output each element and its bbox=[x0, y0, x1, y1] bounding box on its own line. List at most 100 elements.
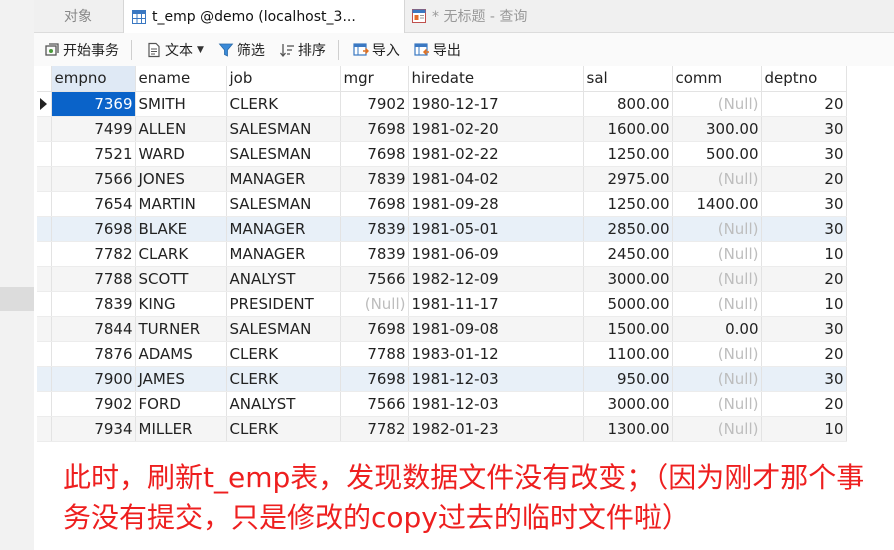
table-row[interactable]: 7844 TURNER SALESMAN 7698 1981-09-08 1500.00 0… bbox=[37, 316, 847, 342]
cell-ename[interactable]: BLAKE bbox=[135, 216, 227, 242]
cell-sal[interactable]: 3000.00 bbox=[583, 391, 673, 417]
cell-job[interactable]: SALESMAN bbox=[226, 116, 341, 142]
row-indicator[interactable] bbox=[37, 141, 52, 167]
cell-sal[interactable]: 2850.00 bbox=[583, 216, 673, 242]
cell-mgr[interactable]: 7788 bbox=[340, 341, 409, 367]
cell-ename[interactable]: TURNER bbox=[135, 316, 227, 342]
column-header-job[interactable]: job bbox=[226, 66, 341, 92]
cell-job[interactable]: CLERK bbox=[226, 341, 341, 367]
column-header-deptno[interactable]: deptno bbox=[761, 66, 847, 92]
table-row[interactable]: 7934 MILLER CLERK 7782 1982-01-23 1300.00 (Nul… bbox=[37, 416, 847, 442]
cell-comm[interactable]: 0.00 bbox=[672, 316, 762, 342]
row-indicator[interactable] bbox=[37, 391, 52, 417]
cell-sal[interactable]: 1300.00 bbox=[583, 416, 673, 442]
cell-ename[interactable]: ALLEN bbox=[135, 116, 227, 142]
cell-hiredate[interactable]: 1981-09-08 bbox=[408, 316, 584, 342]
cell-mgr[interactable]: 7839 bbox=[340, 216, 409, 242]
cell-hiredate[interactable]: 1983-01-12 bbox=[408, 341, 584, 367]
cell-hiredate[interactable]: 1981-05-01 bbox=[408, 216, 584, 242]
cell-comm[interactable]: 1400.00 bbox=[672, 191, 762, 217]
cell-sal[interactable]: 1100.00 bbox=[583, 341, 673, 367]
cell-job[interactable]: CLERK bbox=[226, 366, 341, 392]
cell-empno[interactable]: 7788 bbox=[51, 266, 136, 292]
cell-hiredate[interactable]: 1981-06-09 bbox=[408, 241, 584, 267]
cell-deptno[interactable]: 20 bbox=[761, 166, 847, 192]
cell-deptno[interactable]: 20 bbox=[761, 341, 847, 367]
cell-mgr[interactable]: 7698 bbox=[340, 116, 409, 142]
table-row[interactable]: 7369 SMITH CLERK 7902 1980-12-17 800.00 (Null)… bbox=[37, 91, 847, 117]
cell-comm[interactable]: (Null) bbox=[672, 366, 762, 392]
cell-sal[interactable]: 2450.00 bbox=[583, 241, 673, 267]
cell-job[interactable]: ANALYST bbox=[226, 266, 341, 292]
cell-deptno[interactable]: 20 bbox=[761, 391, 847, 417]
cell-empno[interactable]: 7782 bbox=[51, 241, 136, 267]
cell-ename[interactable]: KING bbox=[135, 291, 227, 317]
cell-job[interactable]: SALESMAN bbox=[226, 191, 341, 217]
cell-ename[interactable]: MARTIN bbox=[135, 191, 227, 217]
cell-ename[interactable]: JONES bbox=[135, 166, 227, 192]
cell-ename[interactable]: JAMES bbox=[135, 366, 227, 392]
cell-job[interactable]: SALESMAN bbox=[226, 316, 341, 342]
cell-comm[interactable]: 500.00 bbox=[672, 141, 762, 167]
text-view-button[interactable]: 文本 ▼ bbox=[142, 37, 208, 63]
cell-mgr[interactable]: 7839 bbox=[340, 241, 409, 267]
cell-comm[interactable]: (Null) bbox=[672, 166, 762, 192]
cell-deptno[interactable]: 30 bbox=[761, 141, 847, 167]
row-indicator[interactable] bbox=[37, 116, 52, 142]
row-indicator[interactable] bbox=[37, 316, 52, 342]
column-header-comm[interactable]: comm bbox=[672, 66, 762, 92]
cell-ename[interactable]: SMITH bbox=[135, 91, 227, 117]
cell-mgr[interactable]: 7698 bbox=[340, 366, 409, 392]
cell-comm[interactable]: (Null) bbox=[672, 216, 762, 242]
table-row[interactable]: 7788 SCOTT ANALYST 7566 1982-12-09 3000.00 (Nu… bbox=[37, 266, 847, 292]
cell-job[interactable]: SALESMAN bbox=[226, 141, 341, 167]
cell-deptno[interactable]: 30 bbox=[761, 366, 847, 392]
tab-objects[interactable]: 对象 bbox=[34, 0, 122, 32]
cell-job[interactable]: MANAGER bbox=[226, 241, 341, 267]
column-header-hiredate[interactable]: hiredate bbox=[408, 66, 584, 92]
column-header-mgr[interactable]: mgr bbox=[340, 66, 409, 92]
cell-empno[interactable]: 7934 bbox=[51, 416, 136, 442]
cell-mgr[interactable]: 7698 bbox=[340, 191, 409, 217]
tab-t-emp-table[interactable]: t_emp @demo (localhost_3... bbox=[123, 0, 405, 33]
column-header-sal[interactable]: sal bbox=[583, 66, 673, 92]
cell-mgr[interactable]: 7566 bbox=[340, 391, 409, 417]
cell-hiredate[interactable]: 1981-12-03 bbox=[408, 366, 584, 392]
cell-job[interactable]: MANAGER bbox=[226, 216, 341, 242]
export-button[interactable]: 导出 bbox=[410, 37, 465, 63]
cell-hiredate[interactable]: 1981-11-17 bbox=[408, 291, 584, 317]
cell-sal[interactable]: 1250.00 bbox=[583, 191, 673, 217]
cell-deptno[interactable]: 10 bbox=[761, 241, 847, 267]
cell-hiredate[interactable]: 1980-12-17 bbox=[408, 91, 584, 117]
cell-deptno[interactable]: 10 bbox=[761, 416, 847, 442]
cell-comm[interactable]: 300.00 bbox=[672, 116, 762, 142]
tab-untitled-query[interactable]: * 无标题 - 查询 bbox=[404, 0, 624, 32]
cell-sal[interactable]: 800.00 bbox=[583, 91, 673, 117]
cell-ename[interactable]: MILLER bbox=[135, 416, 227, 442]
cell-empno[interactable]: 7876 bbox=[51, 341, 136, 367]
cell-deptno[interactable]: 30 bbox=[761, 216, 847, 242]
cell-job[interactable]: ANALYST bbox=[226, 391, 341, 417]
table-row[interactable]: 7499 ALLEN SALESMAN 7698 1981-02-20 1600.00 30… bbox=[37, 116, 847, 142]
cell-hiredate[interactable]: 1981-02-22 bbox=[408, 141, 584, 167]
table-row[interactable]: 7902 FORD ANALYST 7566 1981-12-03 3000.00 (Nul… bbox=[37, 391, 847, 417]
cell-mgr[interactable]: 7566 bbox=[340, 266, 409, 292]
table-row[interactable]: 7654 MARTIN SALESMAN 7698 1981-09-28 1250.00 1… bbox=[37, 191, 847, 217]
cell-comm[interactable]: (Null) bbox=[672, 91, 762, 117]
cell-comm[interactable]: (Null) bbox=[672, 266, 762, 292]
cell-deptno[interactable]: 30 bbox=[761, 316, 847, 342]
import-button[interactable]: 导入 bbox=[349, 37, 404, 63]
cell-mgr[interactable]: 7839 bbox=[340, 166, 409, 192]
cell-sal[interactable]: 3000.00 bbox=[583, 266, 673, 292]
cell-job[interactable]: MANAGER bbox=[226, 166, 341, 192]
table-row[interactable]: 7900 JAMES CLERK 7698 1981-12-03 950.00 (Null)… bbox=[37, 366, 847, 392]
cell-comm[interactable]: (Null) bbox=[672, 341, 762, 367]
sort-button[interactable]: 排序 bbox=[275, 37, 330, 63]
cell-comm[interactable]: (Null) bbox=[672, 241, 762, 267]
cell-mgr[interactable]: 7902 bbox=[340, 91, 409, 117]
cell-empno[interactable]: 7566 bbox=[51, 166, 136, 192]
cell-job[interactable]: CLERK bbox=[226, 416, 341, 442]
cell-ename[interactable]: WARD bbox=[135, 141, 227, 167]
cell-hiredate[interactable]: 1981-04-02 bbox=[408, 166, 584, 192]
column-header-ename[interactable]: ename bbox=[135, 66, 227, 92]
